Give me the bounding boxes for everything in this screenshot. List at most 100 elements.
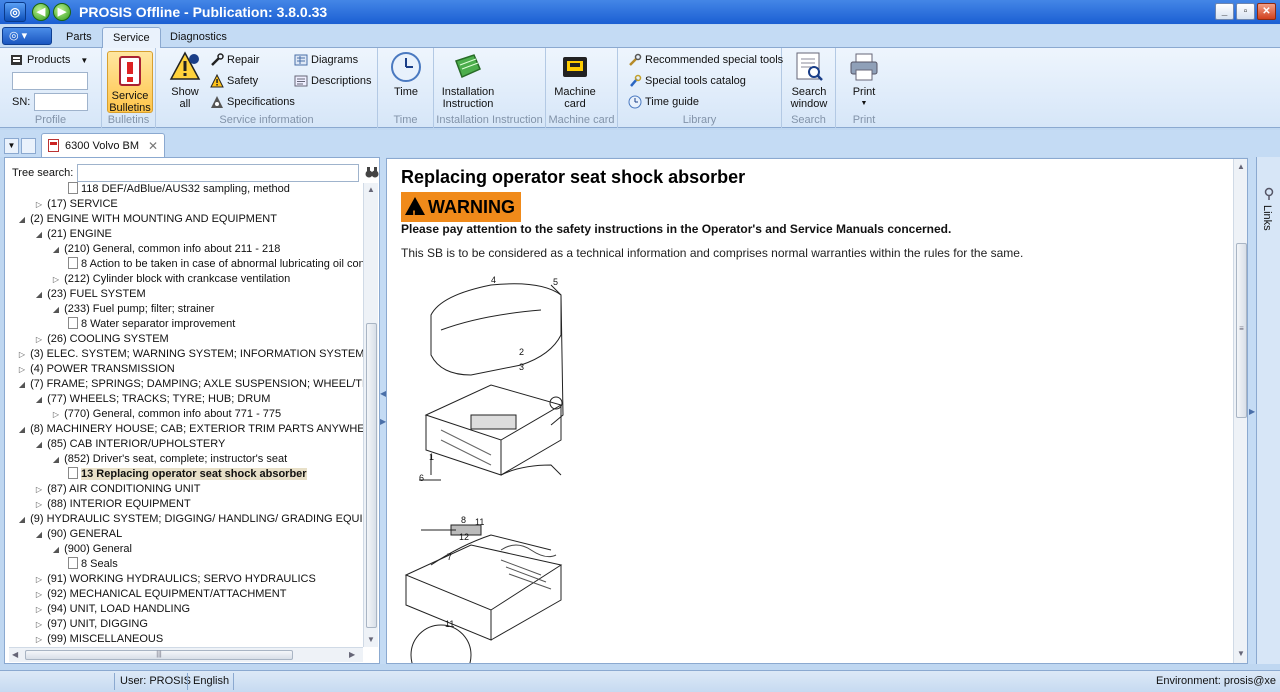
tree-node[interactable]: ▷ (3) ELEC. SYSTEM; WARNING SYSTEM; INFO… bbox=[17, 347, 363, 362]
products-dropdown[interactable]: Products ▼ bbox=[10, 51, 88, 69]
tree-document-item[interactable]: 8 Water separator improvement bbox=[68, 317, 235, 332]
collapse-node-icon[interactable]: ◢ bbox=[17, 512, 27, 527]
tree-node[interactable]: ◢ (8) MACHINERY HOUSE; CAB; EXTERIOR TRI… bbox=[17, 422, 363, 437]
tab-diagnostics[interactable]: Diagnostics bbox=[160, 27, 237, 48]
links-panel[interactable]: Links bbox=[1256, 157, 1280, 664]
scroll-down-icon[interactable]: ▼ bbox=[367, 635, 375, 644]
tree-scroll-thumb[interactable] bbox=[366, 323, 377, 628]
tree-node[interactable]: ◢ (900) General bbox=[51, 542, 132, 557]
doc-scroll-down-icon[interactable]: ▼ bbox=[1237, 649, 1245, 658]
specifications-button[interactable]: Specifications bbox=[210, 93, 295, 111]
machine-card-button[interactable]: Machine card bbox=[554, 51, 596, 110]
collapse-node-icon[interactable]: ◢ bbox=[17, 422, 27, 437]
tree-vertical-scrollbar[interactable]: ▲ ▼ bbox=[363, 183, 378, 647]
tree-node[interactable]: ◢ (852) Driver's seat, complete; instruc… bbox=[51, 452, 287, 467]
scroll-right-icon[interactable]: ▶ bbox=[349, 650, 355, 659]
expand-node-icon[interactable]: ▷ bbox=[34, 482, 44, 497]
special-tools-catalog-button[interactable]: Special tools catalog bbox=[628, 72, 746, 90]
expand-node-icon[interactable]: ▷ bbox=[17, 347, 27, 362]
tree-node[interactable]: ◢ (77) WHEELS; TRACKS; TYRE; HUB; DRUM bbox=[34, 392, 270, 407]
tree-document-item[interactable]: 13 Replacing operator seat shock absorbe… bbox=[68, 467, 307, 482]
tree-node[interactable]: ◢ (2) ENGINE WITH MOUNTING AND EQUIPMENT bbox=[17, 212, 277, 227]
new-tab-icon[interactable] bbox=[21, 138, 36, 154]
time-button[interactable]: Time bbox=[390, 51, 422, 98]
expand-node-icon[interactable]: ▷ bbox=[17, 362, 27, 377]
tree-node[interactable]: ▷ (26) COOLING SYSTEM bbox=[34, 332, 169, 347]
collapse-node-icon[interactable]: ◢ bbox=[34, 392, 44, 407]
expand-node-icon[interactable]: ▷ bbox=[34, 632, 44, 647]
close-tab-icon[interactable]: ✕ bbox=[148, 139, 158, 153]
app-menu-button[interactable]: ◎ ▾ bbox=[2, 27, 52, 45]
tree-node[interactable]: ◢ (210) General, common info about 211 -… bbox=[51, 242, 280, 257]
expand-node-icon[interactable]: ▷ bbox=[51, 407, 61, 422]
document-vertical-scrollbar[interactable]: ▲ ≡ ▼ bbox=[1233, 159, 1247, 663]
collapse-node-icon[interactable]: ◢ bbox=[34, 227, 44, 242]
scroll-left-icon[interactable]: ◀ bbox=[12, 650, 18, 659]
print-button[interactable]: Print ▼ bbox=[848, 51, 880, 110]
document-scroll-thumb[interactable]: ≡ bbox=[1236, 243, 1247, 418]
expand-node-icon[interactable]: ▷ bbox=[34, 332, 44, 347]
right-splitter[interactable]: ▶ bbox=[1248, 157, 1256, 664]
forward-icon[interactable]: ▶ bbox=[53, 3, 71, 21]
tree-node[interactable]: ◢ (85) CAB INTERIOR/UPHOLSTERY bbox=[34, 437, 225, 452]
tree-hscroll-thumb[interactable]: ||| bbox=[25, 650, 293, 660]
collapse-node-icon[interactable]: ◢ bbox=[34, 437, 44, 452]
close-button[interactable]: ✕ bbox=[1257, 3, 1276, 20]
expand-node-icon[interactable]: ▷ bbox=[34, 617, 44, 632]
tree-document-item[interactable]: 118 DEF/AdBlue/AUS32 sampling, method bbox=[68, 182, 290, 197]
sn-input[interactable] bbox=[34, 93, 88, 111]
expand-node-icon[interactable]: ▷ bbox=[34, 587, 44, 602]
tree-node[interactable]: ◢ (7) FRAME; SPRINGS; DAMPING; AXLE SUSP… bbox=[17, 377, 363, 392]
time-guide-button[interactable]: Time guide bbox=[628, 93, 699, 111]
collapse-node-icon[interactable]: ◢ bbox=[34, 527, 44, 542]
safety-button[interactable]: Safety bbox=[210, 72, 258, 90]
tree-node[interactable]: ▷ (97) UNIT, DIGGING bbox=[34, 617, 148, 632]
descriptions-button[interactable]: Descriptions bbox=[294, 72, 372, 90]
tree-node[interactable]: ▷ (88) INTERIOR EQUIPMENT bbox=[34, 497, 191, 512]
maximize-button[interactable]: ▫ bbox=[1236, 3, 1255, 20]
expand-node-icon[interactable]: ▷ bbox=[34, 572, 44, 587]
diagrams-button[interactable]: Diagrams bbox=[294, 51, 358, 69]
tree-search-input[interactable] bbox=[77, 164, 359, 182]
minimize-button[interactable]: _ bbox=[1215, 3, 1234, 20]
collapse-node-icon[interactable]: ◢ bbox=[17, 212, 27, 227]
binoculars-icon[interactable] bbox=[365, 165, 379, 179]
tab-list-dropdown-icon[interactable]: ▼ bbox=[4, 138, 19, 154]
tree-node[interactable]: ▷ (99) MISCELLANEOUS bbox=[34, 632, 163, 647]
expand-node-icon[interactable]: ▷ bbox=[34, 602, 44, 617]
collapse-node-icon[interactable]: ◢ bbox=[17, 377, 27, 392]
collapse-node-icon[interactable]: ◢ bbox=[51, 452, 61, 467]
tree-node[interactable]: ▷ (4) POWER TRANSMISSION bbox=[17, 362, 175, 377]
expand-node-icon[interactable]: ▷ bbox=[34, 197, 44, 212]
tree-node[interactable]: ▷ (770) General, common info about 771 -… bbox=[51, 407, 281, 422]
collapse-node-icon[interactable]: ◢ bbox=[34, 287, 44, 302]
tree-node[interactable]: ▷ (212) Cylinder block with crankcase ve… bbox=[51, 272, 290, 287]
tree-node[interactable]: ▷ (91) WORKING HYDRAULICS; SERVO HYDRAUL… bbox=[34, 572, 316, 587]
doc-tab-6300-volvo-bm[interactable]: 6300 Volvo BM ✕ bbox=[41, 133, 165, 157]
collapse-node-icon[interactable]: ◢ bbox=[51, 302, 61, 317]
tree-node[interactable]: ▷ (17) SERVICE bbox=[34, 197, 118, 212]
collapse-node-icon[interactable]: ◢ bbox=[51, 242, 61, 257]
tree-node[interactable]: ▷ (87) AIR CONDITIONING UNIT bbox=[34, 482, 201, 497]
tree-node[interactable]: ◢ (23) FUEL SYSTEM bbox=[34, 287, 146, 302]
recommended-special-tools-button[interactable]: Recommended special tools bbox=[628, 51, 783, 69]
tree-node[interactable]: ◢ (90) GENERAL bbox=[34, 527, 122, 542]
tree-node[interactable]: ▷ (92) MECHANICAL EQUIPMENT/ATTACHMENT bbox=[34, 587, 287, 602]
app-logo-icon[interactable]: ◎ bbox=[4, 2, 26, 22]
show-all-button[interactable]: Show all bbox=[168, 51, 202, 110]
tab-service[interactable]: Service bbox=[102, 27, 161, 48]
installation-instruction-button[interactable]: Installation Instruction bbox=[440, 51, 496, 110]
tree-document-item[interactable]: 8 Action to be taken in case of abnormal… bbox=[68, 257, 363, 272]
products-field[interactable] bbox=[12, 72, 88, 90]
back-icon[interactable]: ◀ bbox=[32, 3, 50, 21]
search-window-button[interactable]: Search window bbox=[788, 51, 830, 110]
tree-node[interactable]: ◢ (9) HYDRAULIC SYSTEM; DIGGING/ HANDLIN… bbox=[17, 512, 363, 527]
expand-node-icon[interactable]: ▷ bbox=[51, 272, 61, 287]
expand-node-icon[interactable]: ▷ bbox=[34, 497, 44, 512]
tree-node[interactable]: ◢ (21) ENGINE bbox=[34, 227, 112, 242]
tree-horizontal-scrollbar[interactable]: ◀ ||| ▶ bbox=[9, 647, 363, 662]
doc-scroll-up-icon[interactable]: ▲ bbox=[1237, 162, 1245, 171]
links-pin-icon[interactable] bbox=[1262, 187, 1276, 204]
collapse-node-icon[interactable]: ◢ bbox=[51, 542, 61, 557]
tree-node[interactable]: ◢ (233) Fuel pump; filter; strainer bbox=[51, 302, 215, 317]
